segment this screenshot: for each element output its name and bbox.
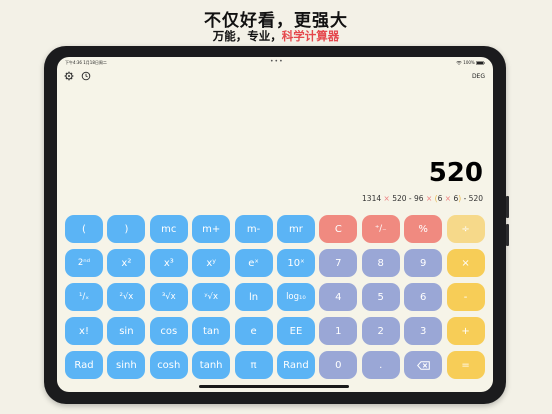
key-ten-power[interactable]: 10ˣ <box>276 249 315 277</box>
key-plus-minus[interactable]: ⁺/₋ <box>361 215 400 243</box>
volume-down-button <box>506 224 509 246</box>
key-5[interactable]: 5 <box>361 283 400 311</box>
subline-highlight: 科学计算器 <box>281 29 340 43</box>
status-right: 100% <box>456 60 485 65</box>
key-close-paren[interactable]: ) <box>107 215 146 243</box>
key-m-plus[interactable]: m+ <box>192 215 231 243</box>
result-display: 520 <box>428 158 483 188</box>
key-cos[interactable]: cos <box>149 317 188 345</box>
battery-percent: 100% <box>463 60 475 65</box>
key-sin[interactable]: sin <box>107 317 146 345</box>
key-3[interactable]: 3 <box>404 317 443 345</box>
key-percent[interactable]: % <box>404 215 443 243</box>
key-log10[interactable]: log₁₀ <box>276 283 315 311</box>
key-tan[interactable]: tan <box>192 317 231 345</box>
ipad-frame: 下午4:36 1月18日周二 ••• 100% DEG 520 1314 × 5… <box>44 46 509 404</box>
home-indicator <box>199 385 349 388</box>
key-pi[interactable]: π <box>234 351 273 379</box>
key-square[interactable]: x² <box>107 249 146 277</box>
key-add[interactable]: + <box>446 317 485 345</box>
keypad: ( ) mc m+ m- mr C ⁺/₋ % ÷ 2ⁿᵈ x² x³ xʸ e… <box>65 215 485 383</box>
marketing-subline: 万能，专业，科学计算器 <box>0 28 552 44</box>
wifi-icon <box>456 61 462 65</box>
key-second[interactable]: 2ⁿᵈ <box>65 249 103 277</box>
volume-up-button <box>506 196 509 218</box>
status-bar: 下午4:36 1月18日周二 ••• 100% <box>65 58 485 68</box>
key-8[interactable]: 8 <box>361 249 400 277</box>
backspace-icon <box>416 360 430 370</box>
key-2[interactable]: 2 <box>361 317 400 345</box>
battery-icon <box>476 61 485 65</box>
key-0[interactable]: 0 <box>319 351 358 379</box>
key-sqrt[interactable]: ²√x <box>107 283 146 311</box>
key-rad[interactable]: Rad <box>65 351 103 379</box>
key-rand[interactable]: Rand <box>276 351 315 379</box>
key-mc[interactable]: mc <box>149 215 188 243</box>
key-cbrt[interactable]: ³√x <box>149 283 188 311</box>
key-subtract[interactable]: - <box>446 283 485 311</box>
key-yroot[interactable]: ʸ√x <box>192 283 231 311</box>
key-e[interactable]: e <box>234 317 273 345</box>
subline-prefix: 万能，专业， <box>212 29 282 43</box>
angle-mode-toggle[interactable]: DEG <box>472 73 485 80</box>
key-1[interactable]: 1 <box>319 317 358 345</box>
key-clear[interactable]: C <box>319 215 358 243</box>
key-sinh[interactable]: sinh <box>107 351 146 379</box>
key-cube[interactable]: x³ <box>149 249 188 277</box>
key-9[interactable]: 9 <box>404 249 443 277</box>
gear-icon[interactable] <box>64 71 74 81</box>
key-tanh[interactable]: tanh <box>192 351 231 379</box>
key-exp[interactable]: eˣ <box>234 249 273 277</box>
top-toolbar: DEG <box>64 71 485 83</box>
key-4[interactable]: 4 <box>319 283 358 311</box>
clock-icon[interactable] <box>81 71 91 81</box>
key-cosh[interactable]: cosh <box>149 351 188 379</box>
key-equals[interactable]: = <box>446 351 485 379</box>
key-ln[interactable]: ln <box>234 283 273 311</box>
key-divide[interactable]: ÷ <box>446 215 485 243</box>
key-m-minus[interactable]: m- <box>234 215 273 243</box>
key-backspace[interactable] <box>404 351 443 379</box>
key-factorial[interactable]: x! <box>65 317 103 345</box>
expression-display: 1314 × 520 - 96 × (6 × 6) - 520 <box>362 194 483 203</box>
key-decimal[interactable]: . <box>361 351 400 379</box>
app-screen: 下午4:36 1月18日周二 ••• 100% DEG 520 1314 × 5… <box>57 57 493 392</box>
multitask-dots[interactable]: ••• <box>270 58 284 65</box>
key-power[interactable]: xʸ <box>192 249 231 277</box>
key-open-paren[interactable]: ( <box>65 215 103 243</box>
key-6[interactable]: 6 <box>404 283 443 311</box>
key-multiply[interactable]: × <box>446 249 485 277</box>
key-mr[interactable]: mr <box>276 215 315 243</box>
key-ee[interactable]: EE <box>276 317 315 345</box>
status-time: 下午4:36 1月18日周二 <box>65 60 107 65</box>
key-7[interactable]: 7 <box>319 249 358 277</box>
key-reciprocal[interactable]: ¹/ₓ <box>65 283 103 311</box>
